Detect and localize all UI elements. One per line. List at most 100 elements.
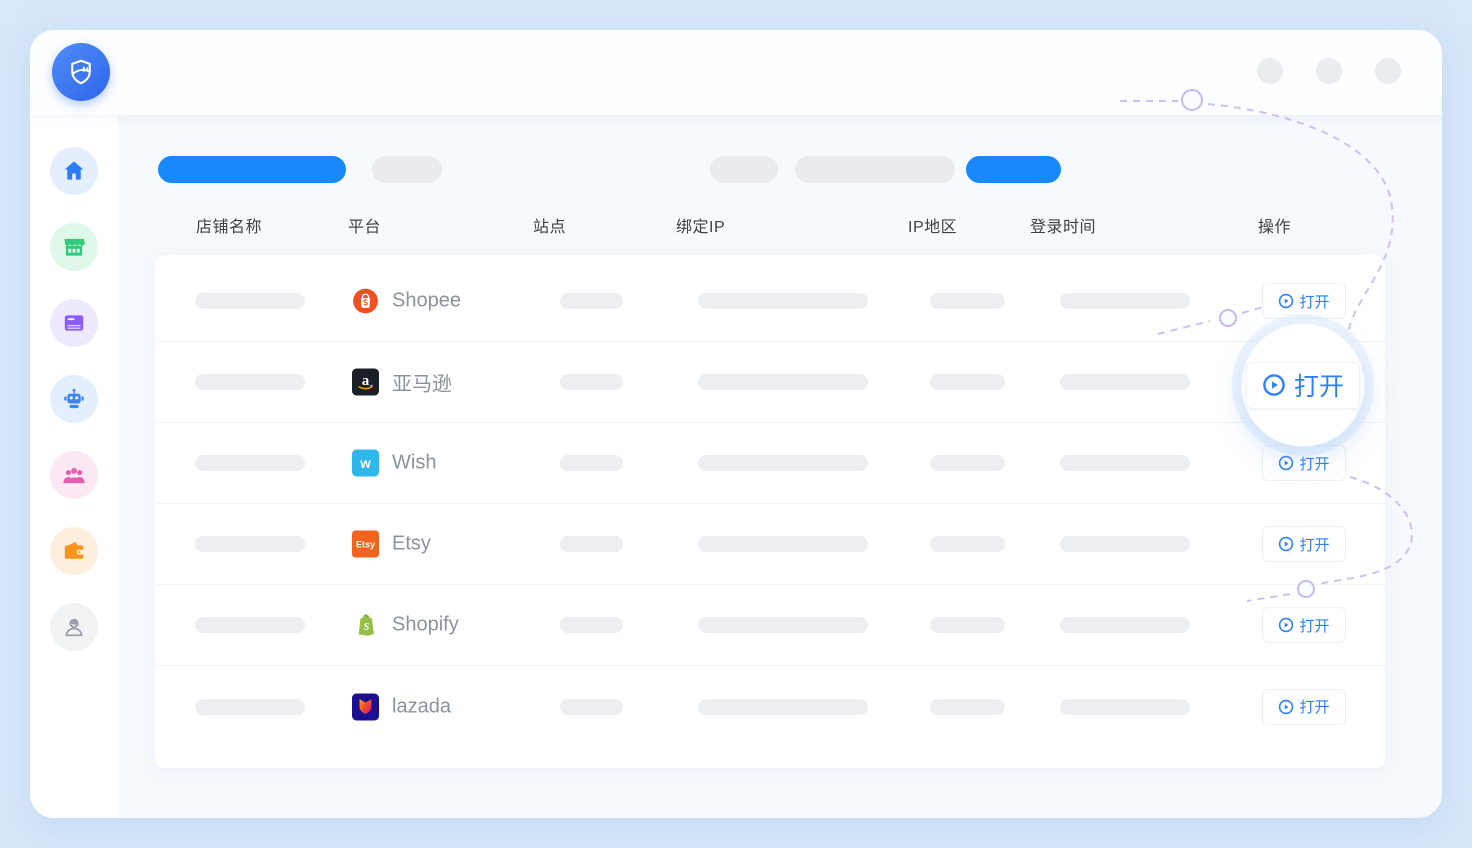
svg-text:a: a	[362, 373, 370, 389]
column-header: 操作	[1258, 213, 1291, 237]
ip-region-placeholder	[930, 455, 1005, 471]
sidebar-item-user[interactable]	[50, 603, 98, 651]
table-row: lazada 打开	[155, 666, 1385, 747]
open-button[interactable]: 打开	[1262, 283, 1346, 319]
wish-icon: w	[352, 450, 379, 477]
table-row: a 亚马逊 打开	[155, 342, 1385, 423]
column-header: 绑定IP	[676, 213, 725, 237]
amazon-icon: a	[352, 369, 379, 396]
bound-ip-placeholder	[698, 699, 868, 715]
bound-ip-placeholder	[698, 617, 868, 633]
svg-text:w: w	[359, 456, 371, 471]
column-header: 店铺名称	[196, 213, 262, 237]
platform-name: Shopify	[392, 614, 459, 637]
open-button-label: 打开	[1299, 453, 1329, 474]
platform-name: Etsy	[392, 533, 431, 556]
team-icon	[61, 462, 87, 488]
ip-region-placeholder	[930, 699, 1005, 715]
wallet-icon	[61, 538, 87, 564]
login-time-placeholder	[1060, 699, 1190, 715]
column-header: 平台	[348, 213, 381, 237]
play-icon	[1278, 536, 1294, 552]
open-button[interactable]: 打开	[1262, 607, 1346, 643]
store-name-placeholder	[195, 455, 305, 471]
open-button-label: 打开	[1294, 367, 1344, 403]
open-button-label: 打开	[1299, 534, 1329, 555]
site-placeholder	[560, 293, 623, 309]
platform-name: lazada	[392, 695, 451, 718]
toolbar-pill[interactable]	[372, 156, 442, 183]
play-icon	[1278, 617, 1294, 633]
sidebar-item-team[interactable]	[50, 451, 98, 499]
bound-ip-placeholder	[698, 374, 868, 390]
site-placeholder	[560, 699, 623, 715]
main-content: 店铺名称 平台 站点 绑定IP IP地区 登录时间 操作 Shopee 打开 a 亚马逊	[118, 115, 1442, 818]
column-header: 登录时间	[1030, 213, 1096, 237]
open-button-label: 打开	[1299, 615, 1329, 636]
store-name-placeholder	[195, 293, 305, 309]
site-placeholder	[560, 374, 623, 390]
table-row: Etsy Etsy 打开	[155, 504, 1385, 585]
sidebar-item-cards[interactable]	[50, 299, 98, 347]
open-button[interactable]: 打开	[1262, 689, 1346, 725]
platform-name: 亚马逊	[392, 368, 452, 397]
bound-ip-placeholder	[698, 455, 868, 471]
robot-icon	[61, 386, 87, 412]
toolbar-pill[interactable]	[710, 156, 778, 183]
sidebar-item-wallet[interactable]	[50, 527, 98, 575]
open-button[interactable]: 打开	[1262, 445, 1346, 481]
cards-icon	[61, 310, 87, 336]
play-icon	[1262, 373, 1286, 397]
table-row: Shopee 打开	[155, 261, 1385, 342]
toolbar-pill[interactable]	[966, 156, 1061, 183]
platform-name: Shopee	[392, 290, 461, 313]
store-icon	[61, 234, 87, 260]
login-time-placeholder	[1060, 536, 1190, 552]
app-logo[interactable]	[52, 43, 110, 101]
play-icon	[1278, 455, 1294, 471]
login-time-placeholder	[1060, 455, 1190, 471]
store-name-placeholder	[195, 374, 305, 390]
home-icon	[61, 158, 87, 184]
sidebar-item-store[interactable]	[50, 223, 98, 271]
table-row: S Shopify 打开	[155, 585, 1385, 666]
window-dot[interactable]	[1375, 58, 1401, 84]
svg-text:S: S	[364, 622, 370, 633]
user-icon	[61, 614, 87, 640]
shopify-icon: S	[352, 612, 379, 639]
open-button-label: 打开	[1299, 696, 1329, 717]
window-dot[interactable]	[1257, 58, 1283, 84]
login-time-placeholder	[1060, 293, 1190, 309]
ip-region-placeholder	[930, 617, 1005, 633]
toolbar-pill[interactable]	[795, 156, 955, 183]
app-window: 店铺名称 平台 站点 绑定IP IP地区 登录时间 操作 Shopee 打开 a 亚马逊	[30, 30, 1442, 818]
site-placeholder	[560, 617, 623, 633]
sidebar-item-home[interactable]	[50, 147, 98, 195]
open-button-magnified[interactable]: 打开	[1246, 362, 1360, 409]
column-header: IP地区	[908, 213, 957, 237]
play-icon	[1278, 293, 1294, 309]
login-time-placeholder	[1060, 617, 1190, 633]
store-name-placeholder	[195, 699, 305, 715]
table-row: w Wish 打开	[155, 423, 1385, 504]
platform-name: Wish	[392, 452, 436, 475]
bound-ip-placeholder	[698, 293, 868, 309]
site-placeholder	[560, 455, 623, 471]
window-dot[interactable]	[1316, 58, 1342, 84]
shield-logo-icon	[61, 52, 101, 92]
toolbar-pill[interactable]	[158, 156, 346, 183]
sidebar-item-robot[interactable]	[50, 375, 98, 423]
bound-ip-placeholder	[698, 536, 868, 552]
lazada-icon	[352, 693, 379, 720]
play-icon	[1278, 699, 1294, 715]
ip-region-placeholder	[930, 374, 1005, 390]
open-button-label: 打开	[1299, 291, 1329, 312]
window-controls	[1257, 58, 1401, 84]
table-header: 店铺名称 平台 站点 绑定IP IP地区 登录时间 操作	[118, 213, 1442, 243]
column-header: 站点	[533, 213, 566, 237]
store-table: Shopee 打开 a 亚马逊 打开 w Wis	[155, 255, 1385, 768]
open-button[interactable]: 打开	[1262, 526, 1346, 562]
ip-region-placeholder	[930, 293, 1005, 309]
svg-text:Etsy: Etsy	[356, 540, 375, 550]
login-time-placeholder	[1060, 374, 1190, 390]
